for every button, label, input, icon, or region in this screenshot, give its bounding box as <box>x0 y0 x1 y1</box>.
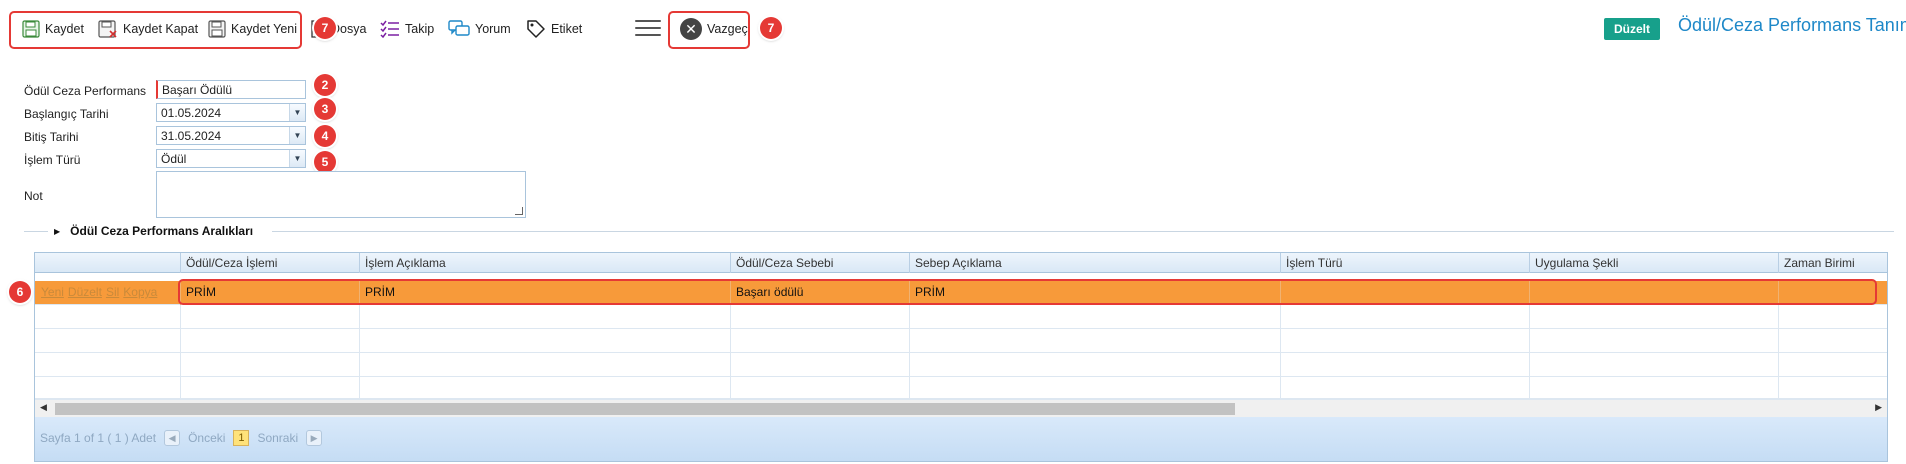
toolbar: Kaydet Kaydet Kapat Kaydet Yeni Dosya Ta… <box>0 0 1906 58</box>
comment-button[interactable]: Yorum <box>448 14 511 44</box>
column-header[interactable]: Ödül/Ceza Sebebi <box>730 253 909 273</box>
end-date-value: 31.05.2024 <box>161 129 222 143</box>
file-button-label: Dosya <box>331 22 367 36</box>
table-row-empty <box>35 329 1887 353</box>
highlight-row <box>178 279 1877 305</box>
next-page-label[interactable]: Sonraki <box>257 431 298 445</box>
annotation-badge: 7 <box>760 17 782 39</box>
comment-button-label: Yorum <box>475 22 511 36</box>
column-header[interactable]: Sebep Açıklama <box>909 253 1280 273</box>
scroll-left-icon[interactable]: ◀ <box>40 402 47 413</box>
section-divider <box>272 231 1894 232</box>
page-title: Ödül/Ceza Performans Tanımı <box>1678 15 1906 35</box>
grid-header: Ödül/Ceza İşlemi İşlem Açıklama Ödül/Cez… <box>35 253 1887 273</box>
section-divider <box>24 231 48 232</box>
performance-label: Ödül Ceza Performans <box>24 84 147 98</box>
follow-button[interactable]: Takip <box>380 14 434 44</box>
mode-badge: Düzelt <box>1604 18 1660 40</box>
column-header[interactable]: Ödül/Ceza İşlemi <box>180 253 359 273</box>
expand-arrow-icon[interactable]: ▶ <box>54 227 60 236</box>
note-label: Not <box>24 189 43 203</box>
start-date-field[interactable]: 01.05.2024 ▼ <box>156 103 306 122</box>
start-date-value: 01.05.2024 <box>161 106 222 120</box>
annotation-badge: 2 <box>314 74 336 96</box>
column-header[interactable]: İşlem Açıklama <box>359 253 730 273</box>
dropdown-arrow-icon[interactable]: ▼ <box>289 104 305 121</box>
column-header[interactable]: İşlem Türü <box>1280 253 1529 273</box>
type-select[interactable]: Ödül ▼ <box>156 149 306 168</box>
horizontal-scrollbar[interactable]: ◀ ▶ <box>35 399 1887 417</box>
checklist-icon <box>380 20 399 38</box>
end-date-field[interactable]: 31.05.2024 ▼ <box>156 126 306 145</box>
copy-row-link[interactable]: Kopya <box>123 285 157 299</box>
scrollbar-thumb[interactable] <box>55 403 1235 415</box>
table-row-empty <box>35 377 1887 401</box>
page-info: Sayfa 1 of 1 ( 1 ) Adet <box>40 431 157 445</box>
type-label: İşlem Türü <box>24 153 81 167</box>
section-header[interactable]: ▶ Ödül Ceza Performans Aralıkları <box>54 224 253 238</box>
highlight-save-group <box>9 11 302 49</box>
follow-button-label: Takip <box>405 22 435 36</box>
edit-row-link[interactable]: Düzelt <box>68 285 102 299</box>
highlight-cancel <box>668 11 750 49</box>
annotation-badge: 5 <box>314 151 336 173</box>
table-row-empty <box>35 353 1887 377</box>
performance-input[interactable] <box>156 80 306 99</box>
delete-row-link[interactable]: Sil <box>106 285 119 299</box>
column-header[interactable]: Zaman Birimi <box>1778 253 1887 273</box>
annotation-badge: 7 <box>314 17 336 39</box>
note-textarea[interactable] <box>156 171 526 218</box>
dropdown-arrow-icon[interactable]: ▼ <box>289 150 305 167</box>
current-page[interactable]: 1 <box>233 430 250 446</box>
row-actions: Yeni Düzelt Sil Kopya <box>41 285 157 299</box>
next-page-icon[interactable]: ▶ <box>306 430 323 446</box>
table-row-empty <box>35 305 1887 329</box>
column-header[interactable]: Uygulama Şekli <box>1529 253 1778 273</box>
annotation-badge: 4 <box>314 125 336 147</box>
pager: Sayfa 1 of 1 ( 1 ) Adet ◀ Önceki 1 Sonra… <box>35 417 1887 461</box>
new-row-link[interactable]: Yeni <box>41 285 64 299</box>
scroll-right-icon[interactable]: ▶ <box>1875 402 1882 413</box>
section-title: Ödül Ceza Performans Aralıkları <box>70 224 254 238</box>
start-date-label: Başlangıç Tarihi <box>24 107 109 121</box>
tag-icon <box>527 20 545 38</box>
prev-page-label[interactable]: Önceki <box>188 431 225 445</box>
dropdown-arrow-icon[interactable]: ▼ <box>289 127 305 144</box>
prev-page-icon[interactable]: ◀ <box>164 430 181 446</box>
comment-icon <box>448 20 470 36</box>
end-date-label: Bitiş Tarihi <box>24 130 79 144</box>
menu-icon[interactable] <box>635 20 661 40</box>
annotation-badge: 3 <box>314 98 336 120</box>
tag-button-label: Etiket <box>551 22 583 36</box>
resize-grip-icon[interactable] <box>515 207 523 215</box>
tag-button[interactable]: Etiket <box>526 14 582 44</box>
type-value: Ödül <box>161 152 187 166</box>
annotation-badge: 6 <box>9 281 31 303</box>
